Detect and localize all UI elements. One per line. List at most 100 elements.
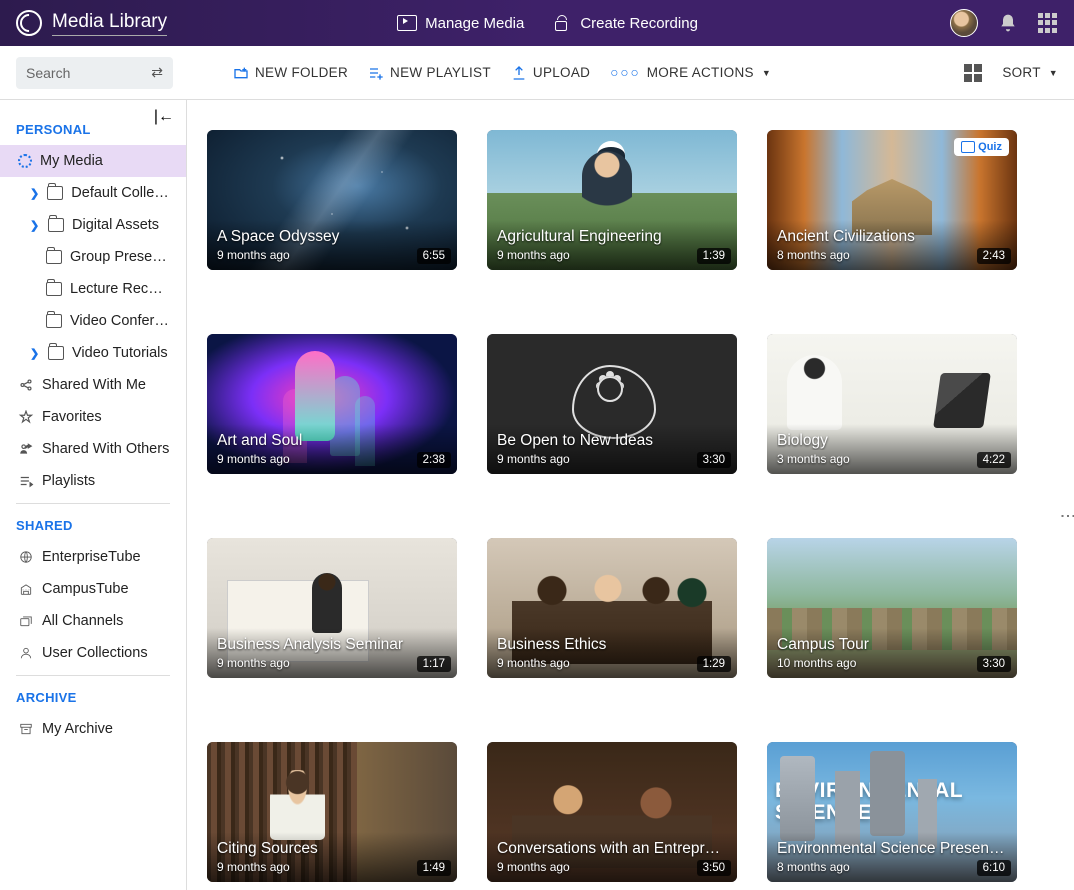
sort-label: SORT	[1002, 65, 1040, 80]
collapse-sidebar-button[interactable]: |←	[154, 108, 174, 126]
card-age: 9 months ago	[497, 656, 727, 670]
card-age: 9 months ago	[497, 860, 727, 874]
section-archive: ARCHIVE	[0, 676, 186, 713]
folder-icon	[46, 314, 62, 328]
media-card[interactable]: Be Open to New Ideas9 months ago3:30	[487, 334, 737, 474]
card-title: Agricultural Engineering	[497, 228, 727, 246]
sidebar-item-video-tutorials[interactable]: ❯ Video Tutorials	[0, 337, 186, 369]
card-duration: 1:49	[417, 860, 451, 876]
more-actions-label: MORE ACTIONS	[647, 65, 754, 80]
card-age: 9 months ago	[217, 452, 447, 466]
create-recording-label: Create Recording	[580, 15, 698, 32]
sort-button[interactable]: SORT ▼	[1002, 65, 1058, 80]
sidebar-item-video-confere[interactable]: Video Confere...	[0, 305, 186, 337]
manage-media-icon	[397, 15, 417, 31]
section-shared: SHARED	[0, 504, 186, 541]
card-age: 9 months ago	[217, 656, 447, 670]
media-card[interactable]: Environmental Science Presentat...8 mont…	[767, 742, 1017, 882]
upload-label: UPLOAD	[533, 65, 590, 80]
toolbar: Search ⇄ NEW FOLDER NEW PLAYLIST UPLOAD …	[0, 46, 1074, 100]
card-age: 9 months ago	[497, 248, 727, 262]
new-folder-button[interactable]: NEW FOLDER	[233, 65, 348, 81]
media-card[interactable]: Campus Tour10 months ago3:30	[767, 538, 1017, 678]
media-card[interactable]: QuizAncient Civilizations8 months ago2:4…	[767, 130, 1017, 270]
card-title: Conversations with an Entrepren...	[497, 840, 727, 858]
media-card[interactable]: Agricultural Engineering9 months ago1:39	[487, 130, 737, 270]
folder-icon	[48, 218, 64, 232]
globe-icon	[18, 550, 34, 564]
new-folder-icon	[233, 65, 249, 81]
playlist-icon	[18, 474, 34, 488]
media-card[interactable]: Conversations with an Entrepren... 9 mont…	[487, 742, 737, 882]
new-playlist-icon	[368, 65, 384, 81]
sidebar-item-user-collections[interactable]: User Collections	[0, 637, 186, 669]
media-card[interactable]: Citing Sources9 months ago1:49	[207, 742, 457, 882]
manage-media-label: Manage Media	[425, 15, 524, 32]
card-duration: 3:30	[697, 452, 731, 468]
media-card[interactable]: Business Ethics9 months ago1:29	[487, 538, 737, 678]
card-title: Be Open to New Ideas	[497, 432, 727, 450]
sidebar-item-lecture-recor[interactable]: Lecture Recor...	[0, 273, 186, 305]
media-card[interactable]: Biology3 months ago4:22	[767, 334, 1017, 474]
quiz-badge: Quiz	[954, 138, 1009, 156]
sidebar-item-shared-with-others[interactable]: Shared With Others	[0, 433, 186, 465]
card-duration: 3:30	[977, 656, 1011, 672]
filter-icon[interactable]: ⇄	[151, 64, 163, 81]
card-duration: 3:50	[697, 860, 731, 876]
card-title: Art and Soul	[217, 432, 447, 450]
card-title: Ancient Civilizations	[777, 228, 1007, 246]
create-recording-link[interactable]: Create Recording	[552, 15, 698, 32]
sidebar-item-playlists[interactable]: Playlists	[0, 465, 186, 497]
card-age: 3 months ago	[777, 452, 1007, 466]
topbar-right	[950, 9, 1058, 37]
avatar[interactable]	[950, 9, 978, 37]
apps-icon[interactable]	[1038, 13, 1058, 33]
sidebar-item-enterprise[interactable]: EnterpriseTube	[0, 541, 186, 573]
chevron-right-icon: ❯	[30, 347, 40, 360]
card-duration: 1:17	[417, 656, 451, 672]
sidebar-item-group-present[interactable]: Group Present...	[0, 241, 186, 273]
caret-down-icon: ▼	[1049, 68, 1058, 78]
sidebar-item-all-channels[interactable]: All Channels	[0, 605, 186, 637]
card-age: 8 months ago	[777, 860, 1007, 874]
new-folder-label: NEW FOLDER	[255, 65, 348, 80]
grid-view-button[interactable]	[964, 64, 982, 82]
upload-icon	[511, 65, 527, 81]
logo[interactable]: Media Library	[16, 10, 167, 36]
media-card[interactable]: Business Analysis Seminar 9 months ago1:1…	[207, 538, 457, 678]
sidebar-item-my-media[interactable]: My Media	[0, 145, 186, 177]
sidebar: |← PERSONAL My Media ❯ Default Collect..…	[0, 100, 187, 890]
sidebar-item-favorites[interactable]: Favorites	[0, 401, 186, 433]
sidebar-kebab-button[interactable]: ⋮	[1058, 508, 1074, 524]
sidebar-item-digital-assets[interactable]: ❯ Digital Assets	[0, 209, 186, 241]
more-actions-button[interactable]: ○○○ MORE ACTIONS ▼	[610, 65, 771, 80]
sidebar-item-campus[interactable]: CampusTube	[0, 573, 186, 605]
upload-button[interactable]: UPLOAD	[511, 65, 590, 81]
search-placeholder: Search	[26, 65, 151, 81]
card-age: 8 months ago	[777, 248, 1007, 262]
folder-icon	[46, 282, 62, 296]
sidebar-item-default-collection[interactable]: ❯ Default Collect...	[0, 177, 186, 209]
chevron-right-icon: ❯	[30, 187, 39, 200]
manage-media-link[interactable]: Manage Media	[397, 15, 524, 32]
card-title: Campus Tour	[777, 636, 1007, 654]
archive-icon	[18, 722, 34, 736]
search-input[interactable]: Search ⇄	[16, 57, 173, 89]
sidebar-item-shared-with-me[interactable]: Shared With Me	[0, 369, 186, 401]
card-title: Business Ethics	[497, 636, 727, 654]
media-grid: A Space Odyssey9 months ago6:55 Agricultu…	[187, 100, 1074, 890]
building-icon	[18, 582, 34, 596]
sidebar-item-my-archive[interactable]: My Archive	[0, 713, 186, 745]
create-recording-icon	[552, 15, 572, 31]
new-playlist-button[interactable]: NEW PLAYLIST	[368, 65, 491, 81]
notifications-icon[interactable]	[998, 13, 1018, 33]
share-icon	[18, 378, 34, 392]
card-duration: 4:22	[977, 452, 1011, 468]
card-age: 9 months ago	[217, 248, 447, 262]
user-icon	[18, 646, 34, 660]
card-age: 9 months ago	[217, 860, 447, 874]
media-card[interactable]: Art and Soul9 months ago2:38	[207, 334, 457, 474]
card-title: Business Analysis Seminar	[217, 636, 447, 654]
channels-icon	[18, 614, 34, 628]
media-card[interactable]: A Space Odyssey9 months ago6:55	[207, 130, 457, 270]
